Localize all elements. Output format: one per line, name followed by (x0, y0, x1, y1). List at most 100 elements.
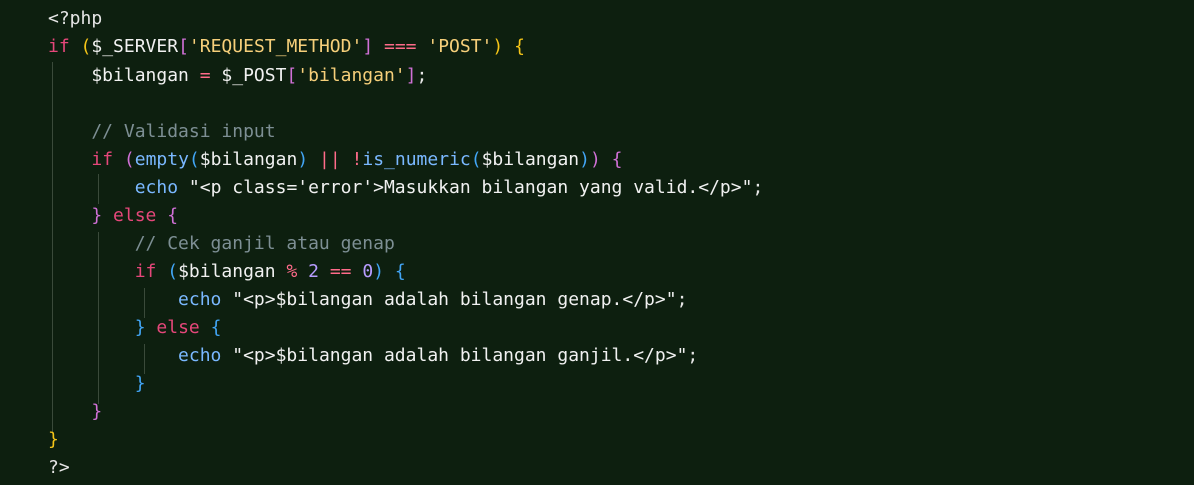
code-token: echo (178, 289, 222, 310)
code-token: } (91, 401, 103, 422)
code-token: "<p class='error'>Masukkan bilangan yang… (188, 177, 753, 198)
code-token: ; (676, 289, 688, 310)
code-token: "<p>$bilangan adalah bilangan genap.</p>… (232, 289, 677, 310)
code-line[interactable]: echo "<p class='error'>Masukkan bilangan… (48, 174, 764, 202)
code-line[interactable]: } (48, 370, 146, 398)
code-line[interactable]: echo "<p>$bilangan adalah bilangan genap… (48, 286, 687, 314)
code-token: ; (752, 177, 764, 198)
code-token: == (329, 261, 352, 282)
code-token: if (91, 149, 114, 170)
code-line[interactable]: } (48, 398, 102, 426)
code-token: ( (167, 261, 179, 282)
code-token: <?php (48, 8, 103, 29)
code-token: is_numeric (362, 149, 471, 170)
code-line[interactable]: $bilangan = $_POST['bilangan']; (48, 62, 427, 90)
code-editor[interactable]: <?php if ($_SERVER['REQUEST_METHOD'] === … (0, 0, 1194, 485)
code-token: echo (178, 345, 222, 366)
code-token: { (514, 36, 525, 57)
code-token: || (319, 149, 341, 170)
code-line[interactable]: echo "<p>$bilangan adalah bilangan ganji… (48, 342, 698, 370)
code-token: "<p>$bilangan adalah bilangan ganjil.</p… (232, 345, 688, 366)
code-token: { (210, 317, 222, 338)
code-token: ; (687, 345, 699, 366)
code-token: $_SERVER (91, 36, 179, 57)
code-token: empty (134, 149, 189, 170)
code-token: $_POST (210, 65, 287, 86)
code-token: ) (492, 36, 504, 57)
code-token: [ (178, 36, 189, 57)
code-token: ) (373, 261, 385, 282)
code-token: 2 (308, 261, 319, 282)
code-token: } (134, 373, 146, 394)
code-token: ) (589, 149, 601, 170)
code-line[interactable]: if ($_SERVER['REQUEST_METHOD'] === 'POST… (48, 33, 525, 61)
code-line[interactable]: } else { (48, 314, 222, 342)
code-token: 0 (362, 261, 374, 282)
code-token: 'REQUEST_METHOD' (188, 36, 363, 57)
code-line[interactable]: <?php (48, 5, 102, 33)
code-token: [ (286, 65, 298, 86)
code-token: else (113, 205, 157, 226)
code-line[interactable]: // Validasi input (48, 118, 276, 146)
code-line[interactable]: } else { (48, 202, 178, 230)
code-token: 'bilangan' (297, 65, 406, 86)
code-line[interactable]: ?> (48, 454, 70, 482)
code-token: { (394, 261, 406, 282)
code-token: = (199, 65, 211, 86)
code-token: { (167, 205, 179, 226)
code-token: ?> (48, 457, 70, 478)
code-line[interactable]: if ($bilangan % 2 == 0) { (48, 258, 406, 286)
code-token: ( (123, 149, 135, 170)
code-token: 'POST' (427, 36, 493, 57)
code-token: ) (579, 149, 590, 170)
code-token: $bilangan (199, 149, 298, 170)
code-token: === (384, 36, 417, 57)
code-token: $bilangan (178, 261, 276, 282)
code-token: if (48, 36, 70, 57)
code-token: ( (188, 149, 200, 170)
code-line[interactable]: } (48, 426, 59, 454)
code-token: if (134, 261, 157, 282)
code-token: ] (405, 65, 417, 86)
code-token: ] (362, 36, 374, 57)
code-token: % (286, 261, 298, 282)
code-token: echo (134, 177, 179, 198)
code-token: } (134, 317, 146, 338)
code-token: else (156, 317, 200, 338)
code-token: ) (297, 149, 309, 170)
code-token: ; (416, 65, 428, 86)
code-line[interactable]: // Cek ganjil atau genap (48, 230, 395, 258)
code-token: { (611, 149, 623, 170)
code-token: } (48, 429, 59, 450)
code-token: ! (351, 149, 363, 170)
code-token: $bilangan (48, 65, 200, 86)
code-line[interactable]: if (empty($bilangan) || !is_numeric($bil… (48, 146, 623, 174)
code-token: // Validasi input (48, 121, 276, 142)
